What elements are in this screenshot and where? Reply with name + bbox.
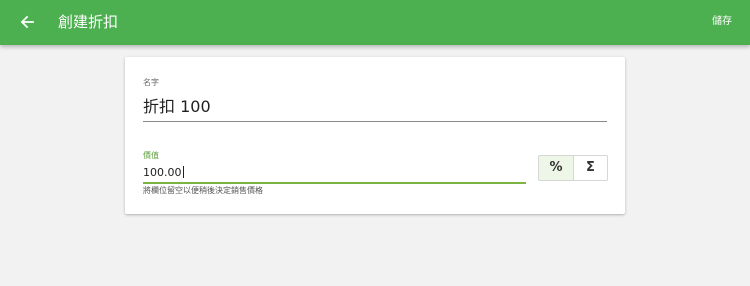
arrow-left-icon xyxy=(20,15,34,29)
page-title: 創建折扣 xyxy=(58,13,119,31)
app-bar: 創建折扣 儲存 xyxy=(0,0,750,45)
value-input-text: 100.00 xyxy=(143,166,184,180)
percent-toggle-button[interactable]: % xyxy=(539,156,573,180)
value-field-label: 價值 xyxy=(143,151,159,160)
sum-toggle-button[interactable]: Σ xyxy=(572,156,607,180)
name-field-label: 名字 xyxy=(143,78,159,87)
value-helper-text: 將欄位留空以便稍後決定銷售價格 xyxy=(143,186,263,195)
discount-form-card: 名字 折扣 100 價值 100.00 將欄位留空以便稍後決定銷售價格 % Σ xyxy=(125,57,625,214)
value-input[interactable]: 100.00 xyxy=(143,163,526,184)
back-button[interactable] xyxy=(14,10,40,34)
discount-type-toggle: % Σ xyxy=(538,155,608,181)
save-button[interactable]: 儲存 xyxy=(712,14,732,30)
name-input[interactable]: 折扣 100 xyxy=(143,94,607,122)
text-caret xyxy=(182,166,184,178)
name-input-value: 折扣 100 xyxy=(143,97,211,116)
percent-icon: % xyxy=(549,160,563,175)
sigma-icon: Σ xyxy=(586,160,595,175)
value-input-value: 100.00 xyxy=(143,166,182,179)
